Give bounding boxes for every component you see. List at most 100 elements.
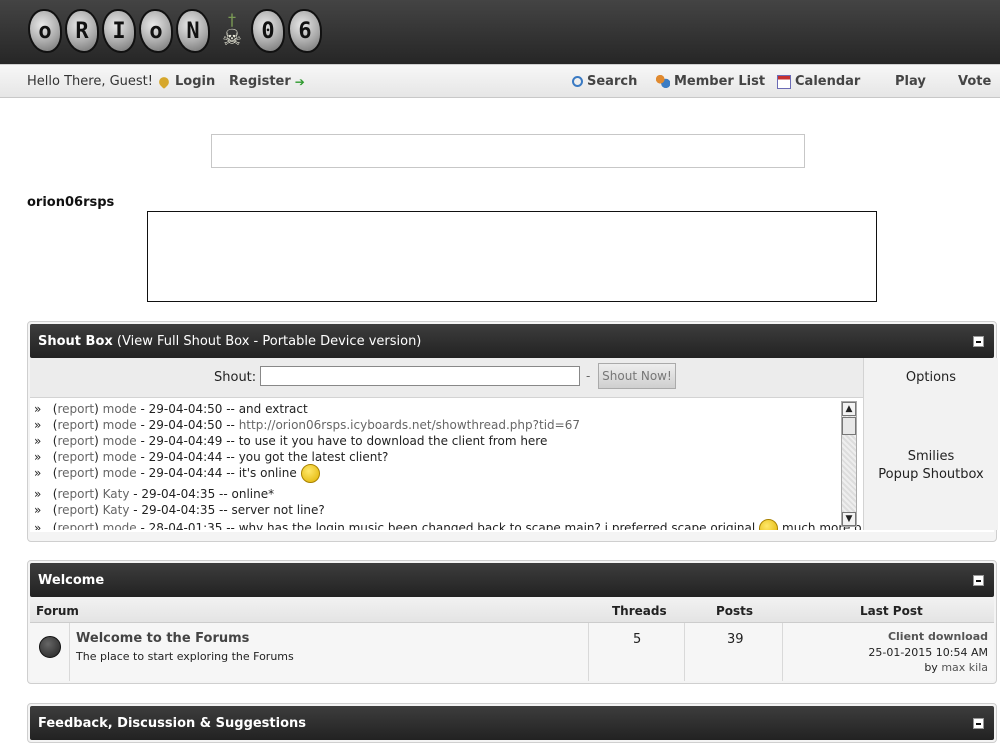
shout-message: » (report) mode - 29-04-04:44 -- you got…	[34, 450, 389, 464]
welcome-title[interactable]: Welcome	[38, 573, 104, 588]
last-post-date: 25-01-2015 10:54 AM	[868, 646, 988, 659]
shoutbox-view-full-link[interactable]: (View Full Shout Box - Portable Device v…	[117, 334, 421, 349]
logo-letter: 6	[288, 9, 322, 53]
shout-label: Shout:	[214, 370, 257, 385]
shout-user-link[interactable]: mode	[103, 402, 137, 416]
collapse-icon[interactable]	[973, 336, 984, 347]
register-link[interactable]: Register ➔	[229, 74, 305, 89]
key-icon	[157, 74, 171, 89]
shout-message: » (report) mode - 29-04-04:50 -- http://…	[34, 418, 580, 432]
shout-message: » (report) Katy - 29-04-04:35 -- online*	[34, 487, 275, 501]
calendar-label: Calendar	[795, 74, 861, 89]
threads-count: 5	[633, 632, 642, 647]
shout-user-link[interactable]: Katy	[103, 503, 130, 517]
arrow-right-icon: ➔	[294, 74, 305, 89]
shout-url-link[interactable]: http://orion06rsps.icyboards.net/showthr…	[239, 418, 580, 432]
tongue-smiley-icon	[300, 464, 320, 483]
popup-shoutbox-link[interactable]: Popup Shoutbox	[878, 467, 984, 482]
register-label: Register	[229, 74, 291, 89]
posts-count: 39	[727, 632, 744, 647]
shoutbox-header: Shout Box (View Full Shout Box - Portabl…	[30, 324, 994, 358]
shout-input[interactable]	[260, 366, 580, 386]
shoutbox-title: Shout Box	[38, 334, 113, 349]
top-nav-bar: Hello There, Guest! Login Register ➔ Sea…	[0, 64, 1000, 98]
shout-message: » (report) mode - 29-04-04:50 -- and ext…	[34, 402, 308, 416]
shoutbox-panel: Shout Box (View Full Shout Box - Portabl…	[27, 321, 998, 542]
shout-user-link[interactable]: mode	[103, 521, 137, 530]
shoutbox-side-links: Smilies Popup Shoutbox	[863, 398, 998, 530]
logo-letter: o	[28, 9, 62, 53]
col-last-post: Last Post	[860, 604, 923, 618]
feedback-title[interactable]: Feedback, Discussion & Suggestions	[38, 716, 306, 731]
col-threads: Threads	[612, 604, 667, 618]
shout-message-list: » (report) mode - 29-04-04:50 -- and ext…	[30, 398, 862, 530]
top-ad-banner	[211, 134, 805, 168]
last-post-author: by max kila	[924, 661, 988, 674]
report-link[interactable]: report	[57, 418, 94, 432]
logo-letter: R	[65, 9, 99, 53]
welcome-header: Welcome	[30, 563, 994, 597]
shout-user-link[interactable]: mode	[103, 466, 137, 480]
shout-scrollbar[interactable]: ▲ ▼	[841, 401, 857, 527]
logo-letter: 0	[251, 9, 285, 53]
scroll-down-icon[interactable]: ▼	[842, 512, 856, 526]
member-list-label: Member List	[674, 74, 766, 89]
last-post-user-link[interactable]: max kila	[941, 661, 988, 674]
vote-link[interactable]: Vote	[958, 74, 991, 89]
login-link[interactable]: Login	[157, 74, 215, 89]
main-banner-frame	[147, 211, 877, 302]
guest-greeting: Hello There, Guest!	[27, 74, 153, 89]
welcome-category-panel: Welcome Forum Threads Posts Last Post We…	[27, 560, 997, 684]
shout-now-button[interactable]: Shout Now!	[598, 363, 676, 389]
shout-message: » (report) mode - 29-04-04:44 -- it's on…	[34, 464, 320, 483]
feedback-category-panel: Feedback, Discussion & Suggestions	[27, 703, 997, 743]
report-link[interactable]: report	[57, 450, 94, 464]
calendar-link[interactable]: Calendar	[777, 74, 860, 89]
shout-message: » (report) mode - 28-04-01:35 -- why has…	[34, 519, 862, 530]
shoutbox-body: Shout: - Shout Now! Options » (report) m…	[30, 358, 998, 532]
col-forum: Forum	[36, 604, 79, 618]
forum-status-icon	[39, 636, 61, 658]
logo-letter: I	[102, 9, 136, 53]
shout-user-link[interactable]: mode	[103, 418, 137, 432]
shoutbox-options[interactable]: Options	[863, 358, 998, 398]
scroll-thumb[interactable]	[842, 417, 856, 435]
last-post-info: Client download	[888, 630, 988, 643]
calendar-icon	[777, 74, 791, 89]
scroll-up-icon[interactable]: ▲	[842, 402, 856, 416]
report-link[interactable]: report	[57, 402, 94, 416]
col-posts: Posts	[716, 604, 754, 618]
shout-user-link[interactable]: Katy	[103, 487, 130, 501]
skull-crossbones-icon: † ☠	[222, 10, 242, 51]
smilies-link[interactable]: Smilies	[908, 449, 955, 464]
sad-smiley-icon	[759, 519, 779, 530]
forum-status-cell	[30, 623, 70, 681]
report-link[interactable]: report	[57, 466, 94, 480]
report-link[interactable]: report	[57, 503, 94, 517]
logo-letter: N	[176, 9, 210, 53]
report-link[interactable]: report	[57, 521, 94, 530]
search-icon	[572, 76, 583, 87]
site-name-label: orion06rsps	[27, 195, 115, 210]
member-list-link[interactable]: Member List	[656, 74, 765, 89]
search-link[interactable]: Search	[572, 74, 637, 89]
forum-row: Welcome to the Forums The place to start…	[30, 623, 994, 681]
report-link[interactable]: report	[57, 434, 94, 448]
collapse-icon[interactable]	[973, 575, 984, 586]
shout-user-link[interactable]: mode	[103, 450, 137, 464]
posts-cell: 39	[685, 623, 783, 681]
collapse-icon[interactable]	[973, 718, 984, 729]
shout-message: » (report) Katy - 29-04-04:35 -- server …	[34, 503, 325, 517]
shout-user-link[interactable]: mode	[103, 434, 137, 448]
report-link[interactable]: report	[57, 487, 94, 501]
logo-letter: o	[139, 9, 173, 53]
threads-cell: 5	[589, 623, 685, 681]
search-label: Search	[587, 74, 638, 89]
site-header: o R I o N † ☠ 0 6	[0, 0, 1000, 64]
play-link[interactable]: Play	[895, 74, 926, 89]
shout-separator: -	[586, 369, 591, 383]
site-logo[interactable]: o R I o N † ☠ 0 6	[28, 2, 325, 60]
last-post-link[interactable]: Client download	[888, 630, 988, 643]
shout-message: » (report) mode - 29-04-04:49 -- to use …	[34, 434, 548, 448]
shout-form: Shout: - Shout Now! Options	[30, 358, 998, 398]
